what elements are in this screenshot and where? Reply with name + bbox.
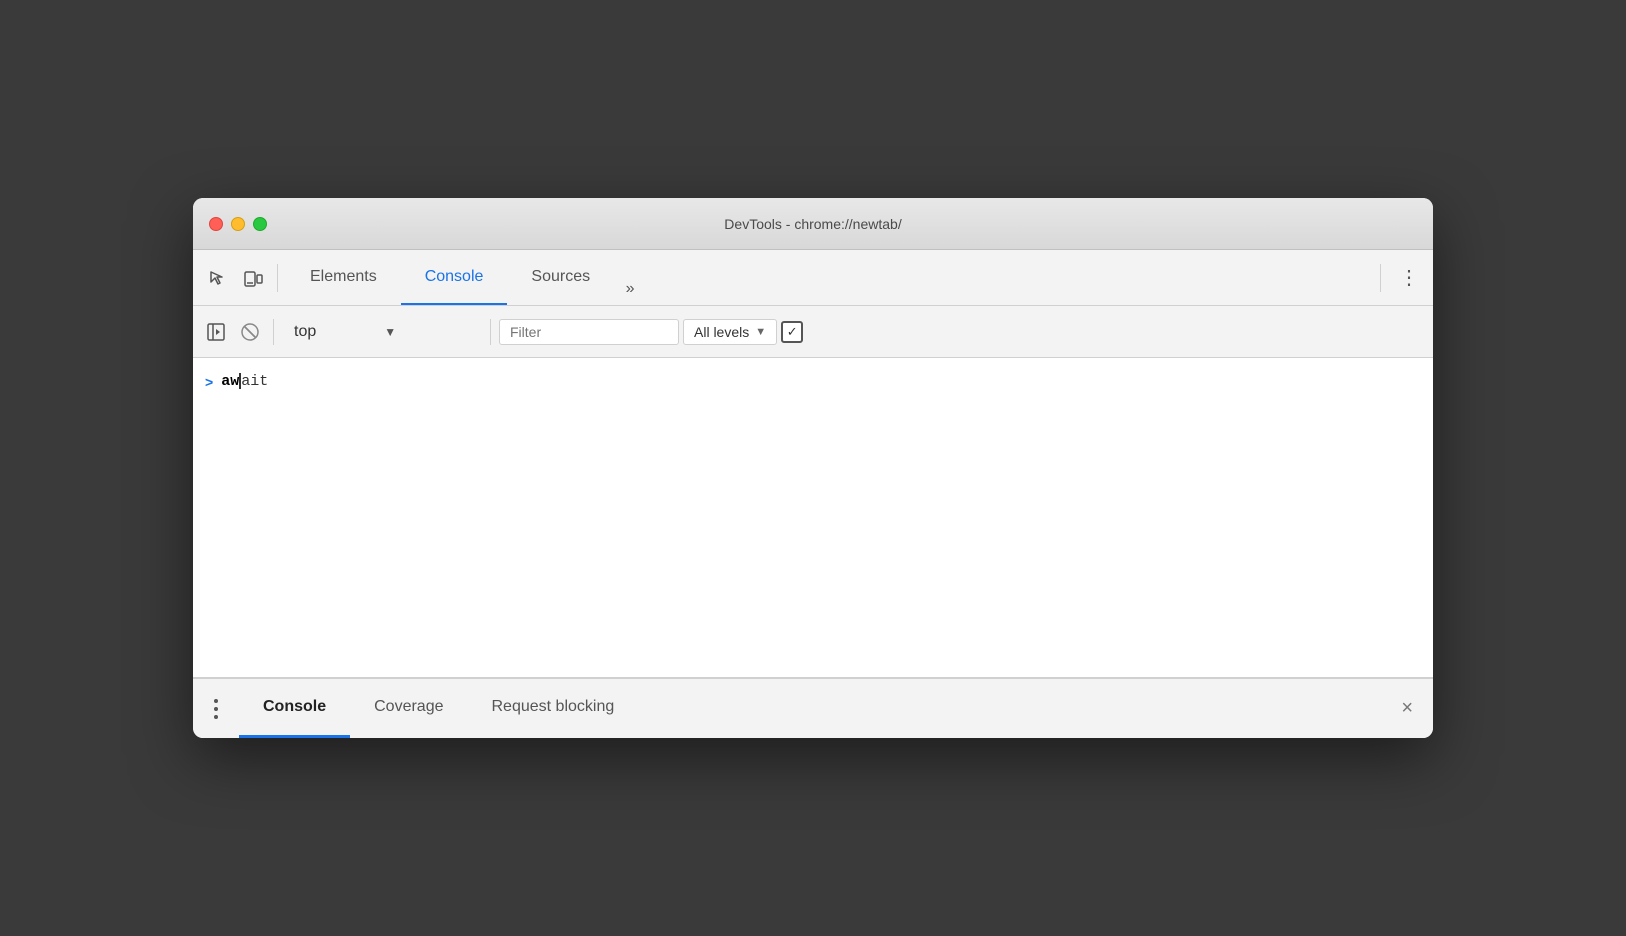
- tab-console[interactable]: Console: [401, 250, 508, 305]
- traffic-lights: [209, 217, 267, 231]
- filter-input[interactable]: [499, 319, 679, 345]
- drawer-menu-button[interactable]: [201, 694, 231, 724]
- toolbar-divider-1: [277, 264, 278, 292]
- drawer-tab-console[interactable]: Console: [239, 679, 350, 738]
- main-tabs: Elements Console Sources »: [286, 250, 1368, 305]
- bottom-drawer: Console Coverage Request blocking ×: [193, 678, 1433, 738]
- more-tabs-button[interactable]: »: [614, 273, 646, 305]
- window-title: DevTools - chrome://newtab/: [724, 216, 901, 232]
- drawer-tab-coverage[interactable]: Coverage: [350, 679, 467, 738]
- drawer-dot-2: [214, 707, 218, 711]
- drawer-dot-3: [214, 715, 218, 719]
- tab-elements[interactable]: Elements: [286, 250, 401, 305]
- console-entry: > await: [193, 366, 1433, 398]
- drawer-tabs: Console Coverage Request blocking: [239, 679, 638, 738]
- device-toggle-button[interactable]: [237, 262, 269, 294]
- drawer-dot-1: [214, 699, 218, 703]
- clear-console-button[interactable]: [235, 317, 265, 347]
- devtools-toolbar: Elements Console Sources » ⋮: [193, 250, 1433, 306]
- levels-selector[interactable]: All levels ▼: [683, 319, 777, 345]
- console-divider-1: [273, 319, 274, 345]
- title-bar: DevTools - chrome://newtab/: [193, 198, 1433, 250]
- context-arrow: ▼: [384, 325, 396, 339]
- console-toolbar: top ▼ All levels ▼ ✓: [193, 306, 1433, 358]
- minimize-button[interactable]: [231, 217, 245, 231]
- close-drawer-button[interactable]: ×: [1389, 693, 1425, 724]
- console-expand-arrow[interactable]: >: [205, 372, 213, 393]
- maximize-button[interactable]: [253, 217, 267, 231]
- console-divider-2: [490, 319, 491, 345]
- inspect-element-button[interactable]: [201, 262, 233, 294]
- devtools-menu-button[interactable]: ⋮: [1393, 262, 1425, 294]
- console-input-normal: ait: [241, 373, 268, 390]
- tab-sources[interactable]: Sources: [507, 250, 614, 305]
- drawer-tab-request-blocking[interactable]: Request blocking: [468, 679, 639, 738]
- console-output: > await: [193, 358, 1433, 678]
- close-button[interactable]: [209, 217, 223, 231]
- context-selector-button[interactable]: top ▼: [282, 319, 482, 345]
- toolbar-divider-2: [1380, 264, 1381, 292]
- console-sidebar-button[interactable]: [201, 317, 231, 347]
- console-input-bold: aw: [221, 373, 239, 390]
- devtools-window: DevTools - chrome://newtab/ Elements Con…: [193, 198, 1433, 738]
- log-checkbox[interactable]: ✓: [781, 321, 803, 343]
